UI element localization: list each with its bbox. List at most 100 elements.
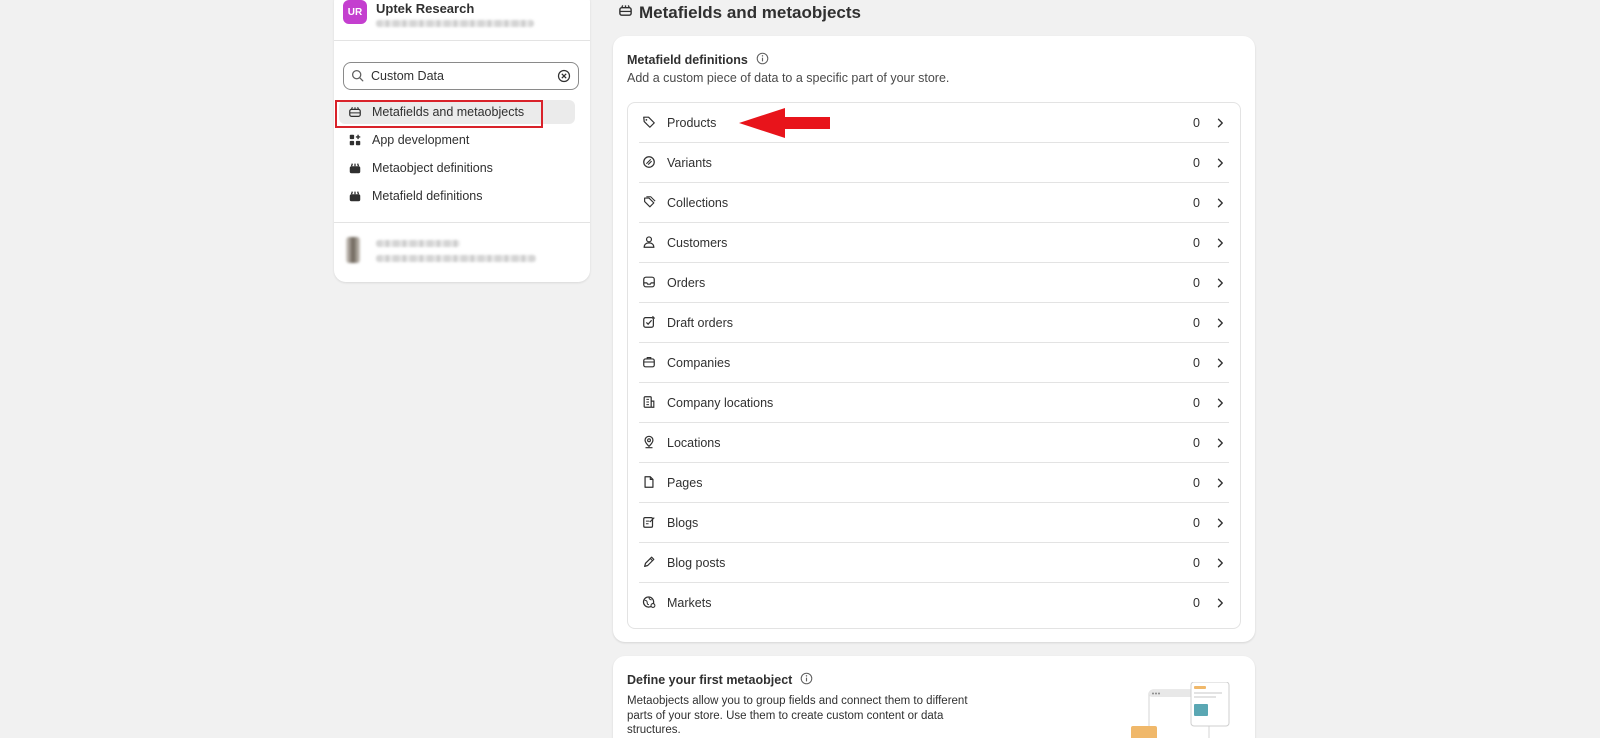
definition-row-collections[interactable]: Collections 0 [628,183,1240,223]
chevron-right-icon [1214,356,1226,374]
chevron-right-icon [1214,196,1226,214]
menu-item-app-development[interactable]: App development [339,128,575,152]
row-count: 0 [1193,556,1200,570]
row-label: Orders [667,276,706,290]
definition-row-orders[interactable]: Orders 0 [628,263,1240,303]
chevron-right-icon [1214,476,1226,494]
row-count: 0 [1193,316,1200,330]
definition-row-draft-orders[interactable]: Draft orders 0 [628,303,1240,343]
chevron-right-icon [1214,316,1226,334]
metaobject-icon [348,161,362,178]
row-label: Company locations [667,396,774,410]
definitions-list: Products 0 Variants 0 Collections 0 Cust… [627,102,1241,629]
row-label: Pages [667,476,703,490]
card-subtitle: Add a custom piece of data to a specific… [627,71,950,85]
row-label: Draft orders [667,316,733,330]
definition-row-company-locations[interactable]: Company locations 0 [628,383,1240,423]
metafield-definitions-card: Metafield definitions Add a custom piece… [613,36,1255,642]
store-name: Uptek Research [376,1,475,16]
metafield-icon [348,189,362,206]
metafields-icon [618,3,633,23]
row-count: 0 [1193,476,1200,490]
metafields-icon [348,105,362,122]
metaobject-illustration-icon [1131,682,1230,738]
apps-icon [348,133,362,150]
row-count: 0 [1193,156,1200,170]
person-icon [642,235,656,254]
card-body: Metaobjects allow you to group fields an… [627,695,968,736]
definition-row-blog-posts[interactable]: Blog posts 0 [628,543,1240,583]
row-count: 0 [1193,276,1200,290]
chevron-right-icon [1214,236,1226,254]
row-count: 0 [1193,596,1200,610]
menu-item-label: Metafields and metaobjects [372,105,525,119]
row-count: 0 [1193,116,1200,130]
location-pin-icon [642,435,656,454]
row-label: Markets [667,596,712,610]
store-avatar: UR [343,0,367,24]
collection-icon [642,195,656,214]
row-label: Variants [667,156,712,170]
info-icon[interactable] [800,672,813,688]
menu-item-label: Metafield definitions [372,189,483,203]
definition-row-pages[interactable]: Pages 0 [628,463,1240,503]
definition-row-variants[interactable]: Variants 0 [628,143,1240,183]
row-label: Products [667,116,717,130]
definition-row-products[interactable]: Products 0 [628,103,1240,143]
chevron-right-icon [1214,436,1226,454]
row-label: Collections [667,196,729,210]
definition-row-markets[interactable]: Markets 0 [628,583,1240,623]
menu-item-metafield-definitions[interactable]: Metafield definitions [339,184,575,208]
briefcase-icon [642,355,656,374]
card-title: Metafield definitions [627,52,769,68]
menu-item-metaobject-definitions[interactable]: Metaobject definitions [339,156,575,180]
menu-item-metafields-and-metaobjects[interactable]: Metafields and metaobjects [339,100,575,124]
definition-row-customers[interactable]: Customers 0 [628,223,1240,263]
page-title-text: Metafields and metaobjects [639,3,862,22]
row-label: Locations [667,436,721,450]
chevron-right-icon [1214,556,1226,574]
row-count: 0 [1193,356,1200,370]
chevron-right-icon [1214,596,1226,614]
pencil-icon [642,555,656,574]
menu-item-label: Metaobject definitions [372,161,493,175]
search-input[interactable] [371,63,551,89]
definition-row-blogs[interactable]: Blogs 0 [628,503,1240,543]
search-icon [351,69,364,87]
user-name-blurred [376,240,460,247]
blog-icon [642,515,656,534]
user-avatar[interactable] [346,237,360,263]
row-label: Blogs [667,516,699,530]
divider [334,222,590,223]
menu-item-label: App development [372,133,470,147]
building-icon [642,395,656,414]
card-title-text: Metafield definitions [627,53,748,67]
chevron-right-icon [1214,516,1226,534]
chevron-right-icon [1214,396,1226,414]
chevron-right-icon [1214,156,1226,174]
settings-sidebar: UR Uptek Research Metafields and metaobj… [334,0,590,282]
draft-order-icon [642,315,656,334]
inbox-icon [642,275,656,294]
chevron-right-icon [1214,116,1226,134]
definition-row-companies[interactable]: Companies 0 [628,343,1240,383]
card-title-text: Define your first metaobject [627,673,793,687]
store-header[interactable]: UR Uptek Research [334,0,590,41]
row-label: Customers [667,236,728,250]
row-count: 0 [1193,396,1200,410]
row-count: 0 [1193,436,1200,450]
clear-search-icon[interactable] [557,69,571,88]
row-label: Companies [667,356,731,370]
definition-row-locations[interactable]: Locations 0 [628,423,1240,463]
search-box [343,62,579,90]
row-count: 0 [1193,196,1200,210]
store-url-blurred [376,20,534,27]
variant-icon [642,155,656,174]
info-icon[interactable] [756,52,769,68]
page-title: Metafields and metaobjects [618,3,861,23]
annotation-arrow-icon [739,108,830,138]
row-label: Blog posts [667,556,726,570]
row-count: 0 [1193,516,1200,530]
row-count: 0 [1193,236,1200,250]
card-title: Define your first metaobject [627,672,813,688]
